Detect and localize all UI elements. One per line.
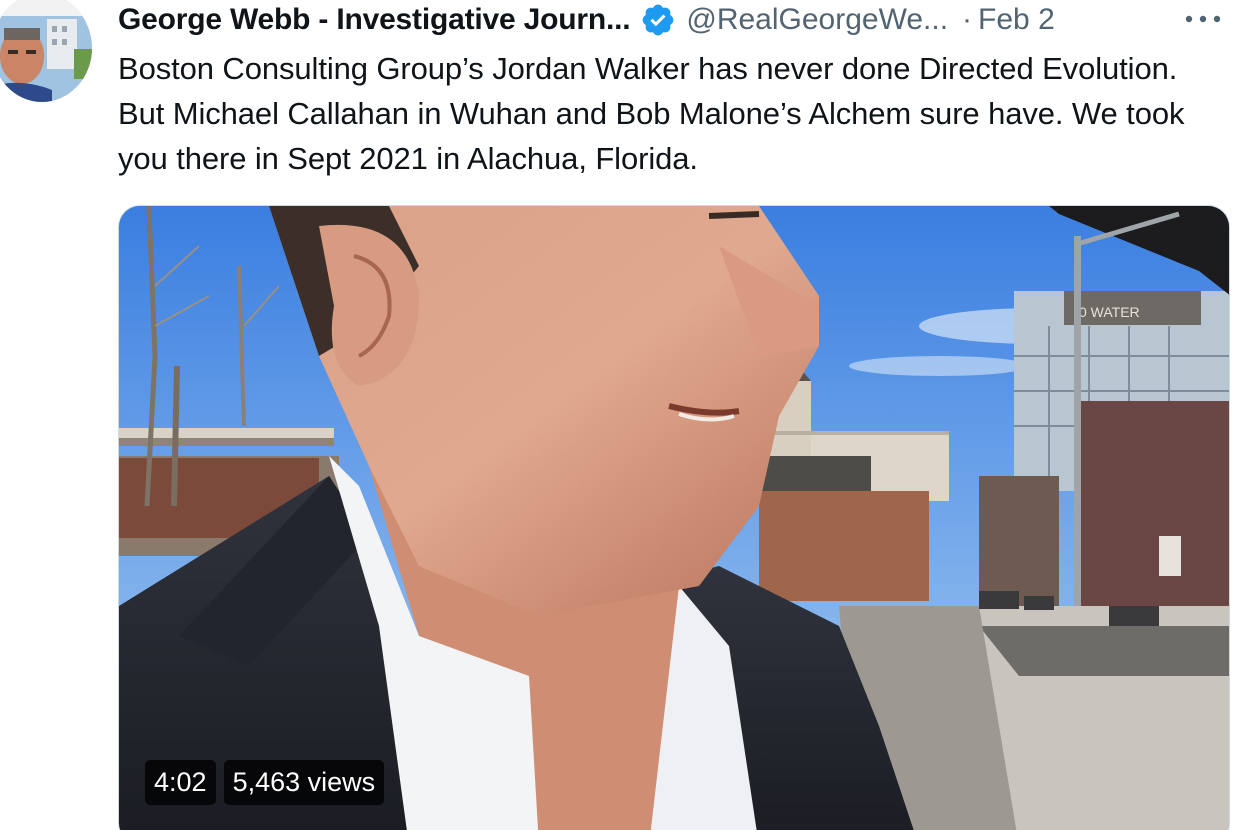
video-player[interactable]: 0 WATER 4:02 5,463 views [118, 205, 1230, 830]
author-name[interactable]: George Webb - Investigative Journ... [118, 3, 631, 37]
building-sign: 0 WATER [1079, 304, 1140, 320]
video-thumbnail: 0 WATER [119, 206, 1229, 830]
video-overlay: 4:02 5,463 views [145, 760, 385, 805]
video-views: 5,463 views [223, 760, 385, 805]
author-handle[interactable]: @RealGeorgeWe... [686, 3, 948, 37]
tweet-date[interactable]: Feb 2 [978, 3, 1055, 37]
avatar[interactable] [0, 0, 92, 102]
separator-dot: · [962, 3, 973, 36]
video-duration: 4:02 [145, 760, 216, 805]
tweet-text: Boston Consulting Group’s Jordan Walker … [118, 51, 1185, 176]
tweet-header: George Webb - Investigative Journ... @Re… [118, 0, 1226, 40]
more-options-icon[interactable] [1180, 4, 1226, 34]
verified-badge-icon [642, 4, 674, 36]
